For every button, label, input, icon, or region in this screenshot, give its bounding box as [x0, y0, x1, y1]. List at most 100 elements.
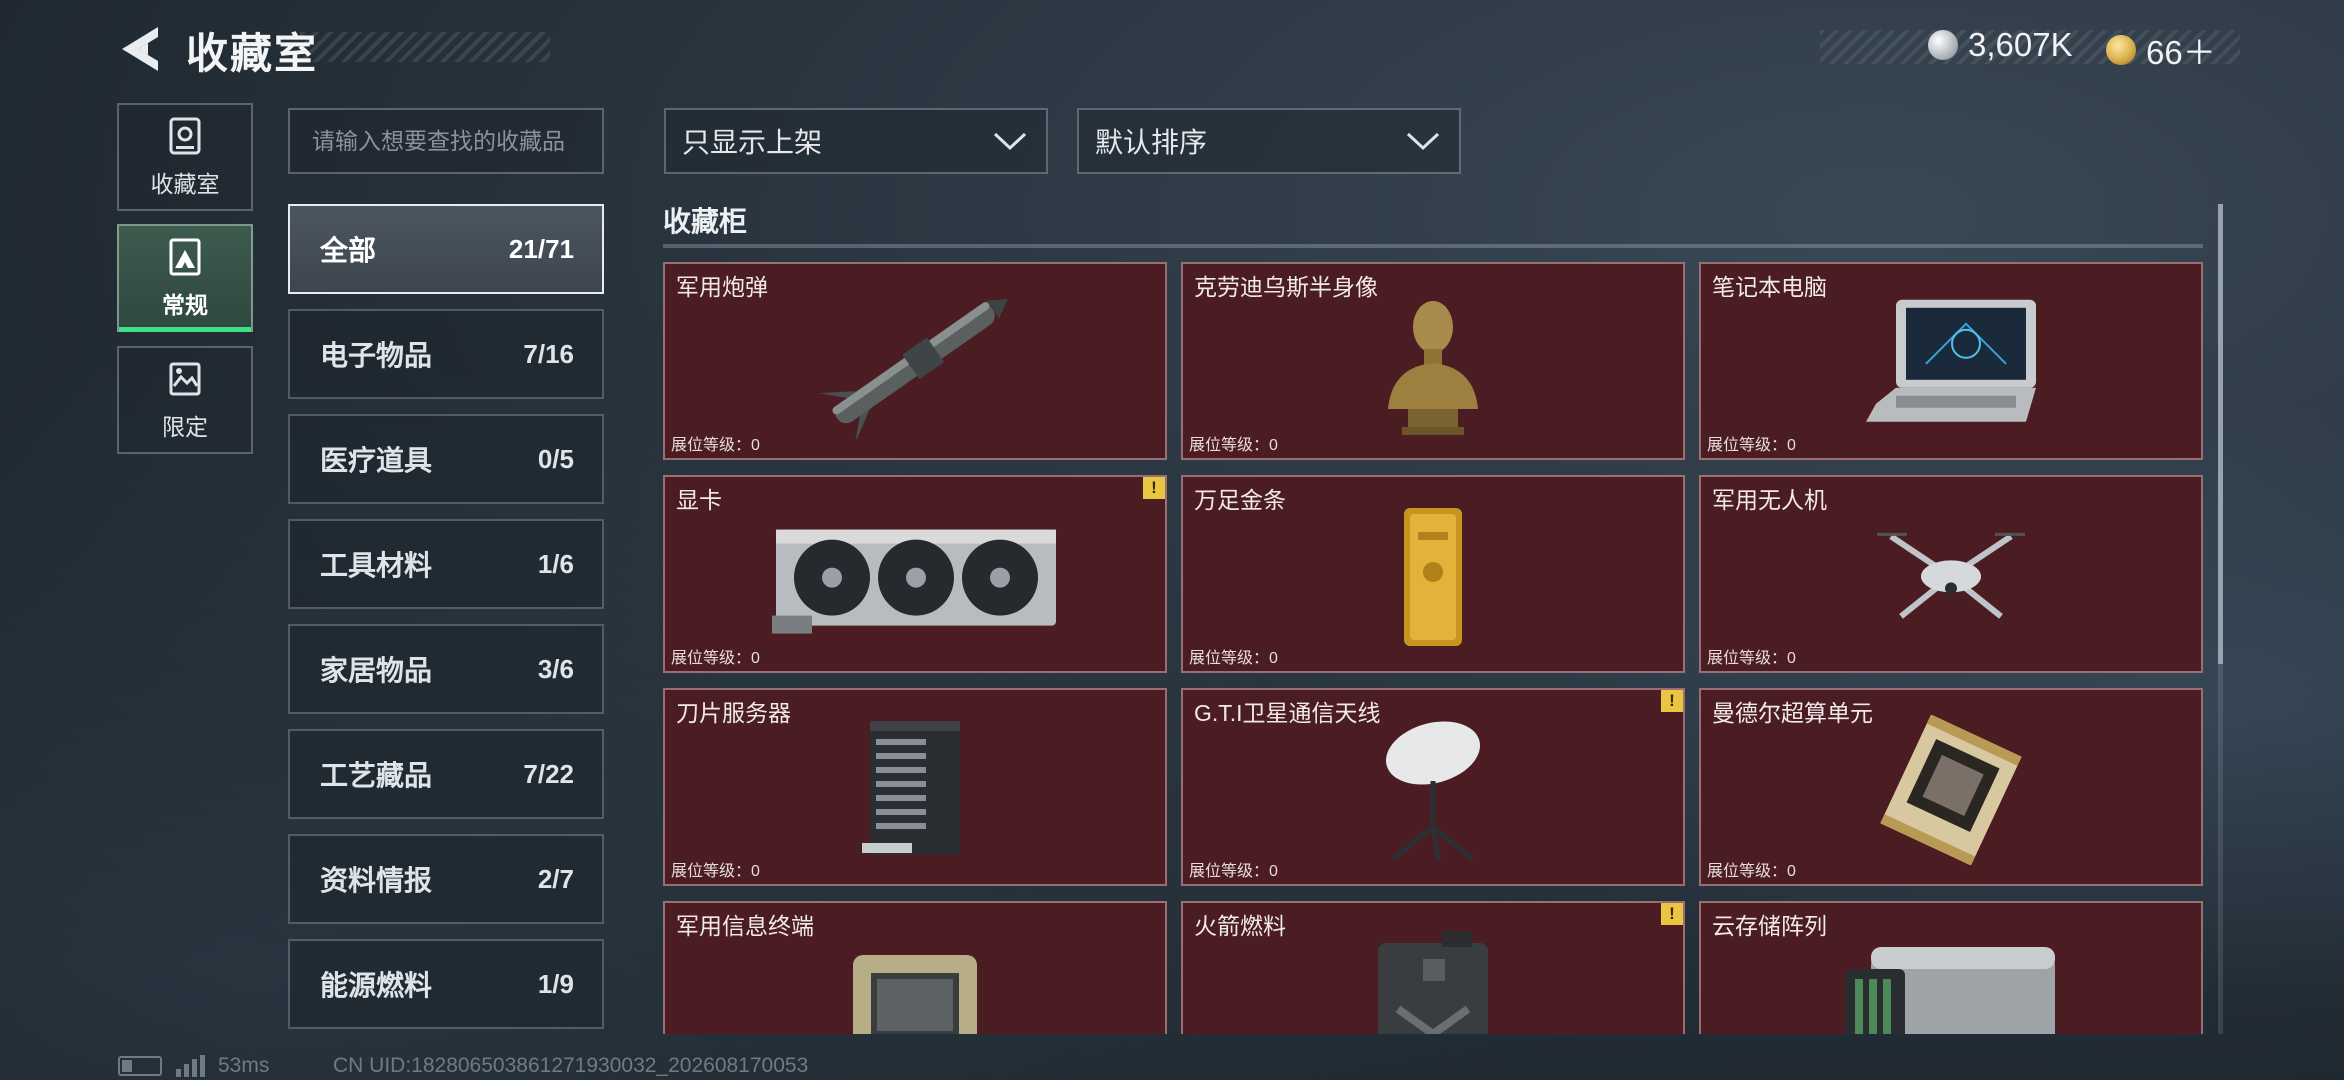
collection-grid: 军用炮弹 展位等级：0 克劳迪乌斯半身像 展位等级：0 笔记本电脑 展位等级：0… [663, 262, 2203, 1034]
chevron-down-icon [1406, 132, 1440, 151]
item-level: 展位等级：0 [671, 437, 760, 454]
item-card-server[interactable]: 刀片服务器 展位等级：0 [663, 688, 1167, 886]
item-card-cloud-storage[interactable]: 云存储阵列 [1699, 901, 2203, 1034]
item-level: 展位等级：0 [671, 863, 760, 880]
signal-icon [176, 1055, 208, 1077]
item-level: 展位等级：0 [671, 650, 760, 667]
tab-regular[interactable]: 常规 [117, 224, 253, 332]
tab-vault-label: 收藏室 [150, 171, 220, 197]
item-name: 火箭燃料 [1194, 913, 1286, 939]
item-card-drone[interactable]: 军用无人机 展位等级：0 [1699, 475, 2203, 673]
currency-gold-value: 66＋ [2146, 34, 2216, 71]
scrollbar-thumb[interactable] [2218, 204, 2223, 664]
bust-statue-icon [1388, 301, 1478, 435]
item-level: 展位等级：0 [1189, 863, 1278, 880]
item-level: 展位等级：0 [1189, 650, 1278, 667]
section-divider [663, 244, 2203, 248]
item-name: 曼德尔超算单元 [1712, 700, 1873, 726]
item-name: 军用炮弹 [676, 274, 768, 300]
tab-limited[interactable]: 限定 [117, 346, 253, 454]
currency-silver[interactable]: 3,607K [1928, 26, 2073, 64]
currency-silver-value: 3,607K [1968, 26, 2073, 63]
category-tools[interactable]: 工具材料 1/6 [288, 519, 604, 609]
category-medical[interactable]: 医疗道具 0/5 [288, 414, 604, 504]
item-level: 展位等级：0 [1707, 650, 1796, 667]
gold-triangle-coin-icon [2106, 35, 2136, 65]
item-card-terminal[interactable]: 军用信息终端 [663, 901, 1167, 1034]
category-label: 工艺藏品 [320, 760, 433, 791]
item-card-missile[interactable]: 军用炮弹 展位等级：0 [663, 262, 1167, 460]
sort-value: 默认排序 [1095, 127, 1208, 158]
item-name: 军用无人机 [1712, 487, 1827, 513]
category-label: 能源燃料 [320, 970, 433, 1001]
item-card-dish[interactable]: G.T.I卫星通信天线 ! 展位等级：0 [1181, 688, 1685, 886]
vault-icon [169, 117, 201, 155]
category-label: 电子物品 [320, 340, 433, 371]
mountain-card-icon [169, 238, 201, 276]
category-crafts[interactable]: 工艺藏品 7/22 [288, 729, 604, 819]
category-count: 3/6 [537, 653, 574, 684]
jerrycan-icon [1378, 931, 1488, 1034]
item-name: 万足金条 [1194, 487, 1286, 513]
filter-display-value: 只显示上架 [682, 127, 823, 158]
category-household[interactable]: 家居物品 3/6 [288, 624, 604, 714]
item-name: 云存储阵列 [1712, 913, 1827, 939]
category-count: 1/9 [537, 968, 574, 999]
item-level: 展位等级：0 [1707, 437, 1796, 454]
page-title: 收藏室 [186, 30, 319, 77]
tab-regular-label: 常规 [162, 292, 208, 318]
currency-gold[interactable]: 66＋ [2106, 26, 2216, 74]
filter-display-dropdown[interactable]: 只显示上架 [664, 108, 1048, 174]
item-card-supercomputer[interactable]: 曼德尔超算单元 展位等级：0 [1699, 688, 2203, 886]
search-input[interactable] [288, 108, 604, 174]
graphics-card-icon [772, 529, 1056, 634]
item-name: 显卡 [676, 487, 722, 513]
military-terminal-icon [853, 955, 977, 1034]
category-count: 2/7 [537, 863, 574, 894]
category-all[interactable]: 全部 21/71 [288, 204, 604, 294]
warning-badge-icon: ! [1143, 477, 1165, 499]
item-card-goldbar[interactable]: 万足金条 展位等级：0 [1181, 475, 1685, 673]
tab-limited-label: 限定 [162, 414, 208, 440]
category-electronics[interactable]: 电子物品 7/16 [288, 309, 604, 399]
item-name: 军用信息终端 [676, 913, 814, 939]
storage-array-icon [1845, 947, 2055, 1034]
landscape-card-icon [169, 362, 201, 396]
item-level: 展位等级：0 [1189, 437, 1278, 454]
item-card-laptop[interactable]: 笔记本电脑 展位等级：0 [1699, 262, 2203, 460]
back-arrow-icon[interactable] [118, 24, 164, 74]
warning-badge-icon: ! [1661, 690, 1683, 712]
missile-icon [819, 299, 1008, 439]
category-count: 7/22 [523, 758, 574, 789]
category-label: 家居物品 [320, 655, 433, 686]
category-count: 7/16 [523, 338, 574, 369]
battery-icon [118, 1056, 162, 1076]
satellite-dish-icon [1385, 721, 1481, 862]
category-label: 工具材料 [320, 550, 433, 581]
section-title: 收藏柜 [663, 206, 748, 237]
item-card-gpu[interactable]: 显卡 ! 展位等级：0 [663, 475, 1167, 673]
user-uid: CN UID:182806503861271930032_20260817005… [333, 1054, 809, 1077]
status-footer: 53ms [118, 1054, 269, 1078]
gold-bar-icon [1404, 508, 1462, 646]
item-card-bust[interactable]: 克劳迪乌斯半身像 展位等级：0 [1181, 262, 1685, 460]
category-energy[interactable]: 能源燃料 1/9 [288, 939, 604, 1029]
silver-coin-icon [1928, 30, 1958, 60]
item-name: 笔记本电脑 [1712, 274, 1827, 300]
category-label: 全部 [320, 235, 377, 266]
category-count: 21/71 [508, 233, 574, 264]
sort-dropdown[interactable]: 默认排序 [1077, 108, 1461, 174]
tab-vault[interactable]: 收藏室 [117, 103, 253, 211]
item-level: 展位等级：0 [1707, 863, 1796, 880]
category-count: 0/5 [537, 443, 574, 474]
item-name: 刀片服务器 [676, 700, 791, 726]
item-card-rocket-fuel[interactable]: 火箭燃料 ! [1181, 901, 1685, 1034]
circuit-board-icon [1880, 715, 2022, 865]
ping-value: 53ms [218, 1054, 270, 1077]
category-intel[interactable]: 资料情报 2/7 [288, 834, 604, 924]
drone-icon [1877, 532, 2025, 619]
category-label: 资料情报 [320, 865, 433, 896]
warning-badge-icon: ! [1661, 903, 1683, 925]
item-name: 克劳迪乌斯半身像 [1194, 274, 1378, 300]
category-count: 1/6 [537, 548, 574, 579]
